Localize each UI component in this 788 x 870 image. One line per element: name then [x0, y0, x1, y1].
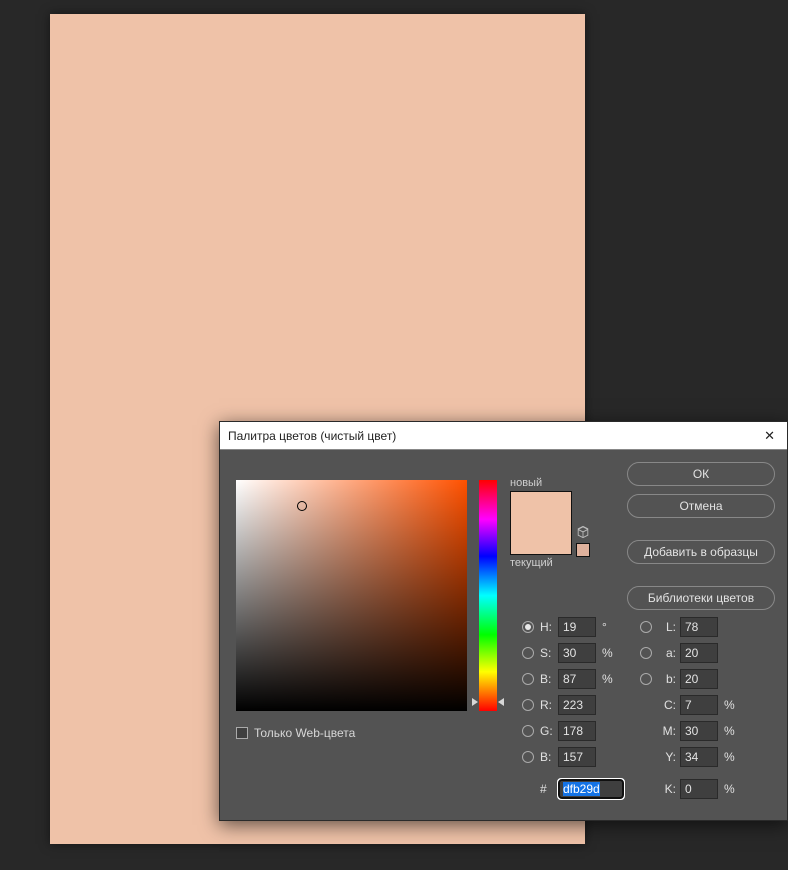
- label-b-rgb: B:: [540, 750, 558, 764]
- saturation-brightness-field[interactable]: [236, 480, 467, 711]
- label-k: K:: [658, 782, 676, 796]
- input-h[interactable]: [558, 617, 596, 637]
- websafe-swatch-icon[interactable]: [576, 543, 590, 557]
- input-b-lab[interactable]: [680, 669, 718, 689]
- unit-b-hsb: %: [602, 672, 614, 686]
- label-c: C:: [658, 698, 676, 712]
- input-r[interactable]: [558, 695, 596, 715]
- dialog-buttons: ОК Отмена Добавить в образцы Библиотеки …: [627, 462, 775, 610]
- label-r: R:: [540, 698, 558, 712]
- input-m[interactable]: [680, 721, 718, 741]
- unit-m: %: [724, 724, 736, 738]
- radio-b-rgb[interactable]: [522, 751, 534, 763]
- dialog-titlebar[interactable]: Палитра цветов (чистый цвет) ✕: [220, 422, 787, 450]
- label-l: L:: [658, 620, 676, 634]
- picker-cursor-icon[interactable]: [297, 501, 307, 511]
- dialog-body: новый текущий ОК Отмена Добавить в образ…: [220, 450, 787, 820]
- current-color-label: текущий: [510, 557, 606, 569]
- unit-s: %: [602, 646, 614, 660]
- label-a: a:: [658, 646, 676, 660]
- input-y[interactable]: [680, 747, 718, 767]
- label-y: Y:: [658, 750, 676, 764]
- hue-handle-right-icon[interactable]: [498, 698, 504, 706]
- label-hex: #: [540, 782, 558, 796]
- close-icon[interactable]: ✕: [760, 428, 779, 444]
- input-c[interactable]: [680, 695, 718, 715]
- dialog-title: Палитра цветов (чистый цвет): [228, 429, 396, 443]
- web-colors-only-checkbox[interactable]: [236, 727, 248, 739]
- new-color-swatch[interactable]: [511, 492, 571, 523]
- ok-button[interactable]: ОК: [627, 462, 775, 486]
- input-s[interactable]: [558, 643, 596, 663]
- out-of-gamut-icon[interactable]: [576, 525, 590, 539]
- input-g[interactable]: [558, 721, 596, 741]
- web-colors-only-label: Только Web-цвета: [254, 726, 355, 740]
- input-k[interactable]: [680, 779, 718, 799]
- label-g: G:: [540, 724, 558, 738]
- unit-k: %: [724, 782, 736, 796]
- new-color-label: новый: [510, 477, 606, 489]
- radio-b-lab[interactable]: [640, 673, 652, 685]
- web-colors-only-row: Только Web-цвета: [236, 726, 355, 740]
- radio-a[interactable]: [640, 647, 652, 659]
- input-b-hsb[interactable]: [558, 669, 596, 689]
- cancel-button[interactable]: Отмена: [627, 494, 775, 518]
- color-values-grid: H: ° L: S: %: [522, 614, 772, 802]
- color-libraries-button[interactable]: Библиотеки цветов: [627, 586, 775, 610]
- unit-c: %: [724, 698, 736, 712]
- label-b-hsb: B:: [540, 672, 558, 686]
- radio-r[interactable]: [522, 699, 534, 711]
- hue-slider[interactable]: [479, 480, 497, 711]
- input-a[interactable]: [680, 643, 718, 663]
- input-l[interactable]: [680, 617, 718, 637]
- radio-s[interactable]: [522, 647, 534, 659]
- label-m: M:: [658, 724, 676, 738]
- current-color-swatch[interactable]: [511, 523, 571, 554]
- add-to-swatches-button[interactable]: Добавить в образцы: [627, 540, 775, 564]
- color-swatch-group: новый текущий: [510, 477, 606, 569]
- hue-handle-left-icon[interactable]: [472, 698, 478, 706]
- input-b-rgb[interactable]: [558, 747, 596, 767]
- unit-h: °: [602, 620, 614, 634]
- radio-b-hsb[interactable]: [522, 673, 534, 685]
- label-h: H:: [540, 620, 558, 634]
- warning-icons: [576, 525, 590, 557]
- radio-l[interactable]: [640, 621, 652, 633]
- radio-h[interactable]: [522, 621, 534, 633]
- unit-y: %: [724, 750, 736, 764]
- label-s: S:: [540, 646, 558, 660]
- radio-g[interactable]: [522, 725, 534, 737]
- label-b-lab: b:: [658, 672, 676, 686]
- input-hex[interactable]: [558, 779, 624, 799]
- color-picker-dialog: Палитра цветов (чистый цвет) ✕ новый тек…: [219, 421, 788, 821]
- color-swatch-box: [510, 491, 572, 555]
